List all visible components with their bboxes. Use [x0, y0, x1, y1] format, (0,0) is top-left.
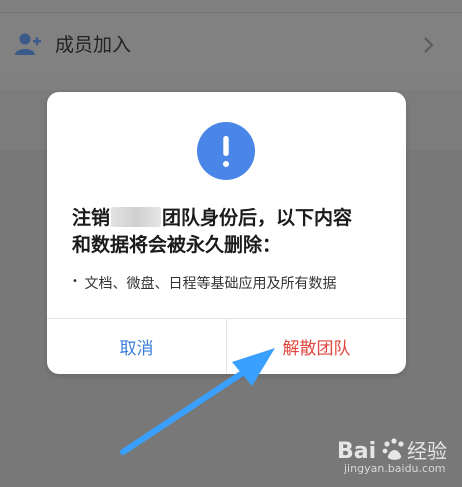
exclamation-icon	[197, 122, 255, 180]
add-member-icon	[15, 33, 41, 55]
list-divider	[0, 12, 462, 13]
member-list-section: 成员加入	[0, 0, 462, 90]
dialog-message: 注销 团队身份后，以下内容 和数据将会被永久删除：	[72, 205, 387, 259]
dialog-detail: • 文档、微盘、日程等基础应用及所有数据	[72, 272, 392, 294]
svg-text:经验: 经验	[407, 439, 447, 463]
dissolve-team-dialog: 注销 团队身份后，以下内容 和数据将会被永久删除： • 文档、微盘、日程等基础应用…	[47, 92, 406, 374]
cancel-button[interactable]: 取消	[47, 319, 226, 374]
svg-text:Bai: Bai	[337, 439, 376, 464]
add-member-label: 成员加入	[55, 34, 132, 56]
message-line-1: 注销 团队身份后，以下内容	[72, 205, 387, 232]
redacted-team-name	[111, 207, 162, 227]
detail-text: 文档、微盘、日程等基础应用及所有数据	[84, 276, 337, 292]
detail-bullet: •	[72, 276, 78, 287]
dissolve-team-button[interactable]: 解散团队	[227, 319, 406, 374]
message-line-2: 和数据将会被永久删除：	[72, 234, 282, 256]
message-suffix: 团队身份后，以下内容	[162, 207, 353, 229]
chevron-right-icon	[424, 37, 434, 53]
watermark-url: jingyan.baidu.com	[344, 462, 446, 475]
message-prefix: 注销	[72, 207, 111, 229]
